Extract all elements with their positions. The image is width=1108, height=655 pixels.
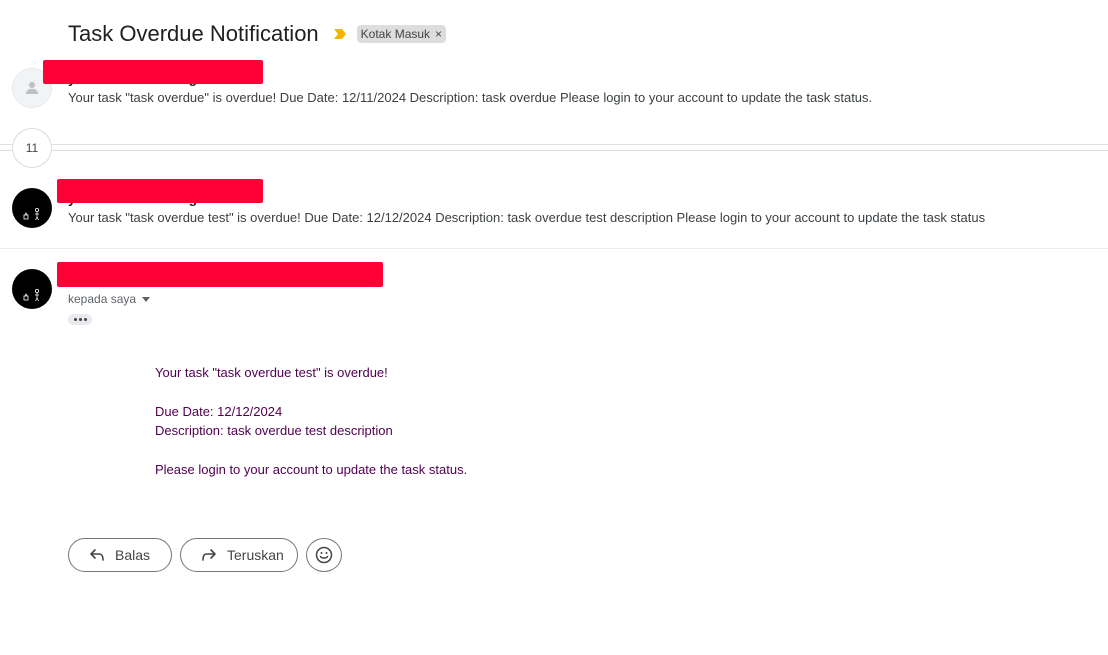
email-thread-view: Task Overdue Notification Kotak Masuk × … — [0, 0, 1108, 655]
importance-marker-icon[interactable] — [333, 28, 347, 40]
sender-avatar — [12, 269, 52, 309]
message-snippet[interactable]: Your task "task overdue" is overdue! Due… — [68, 90, 872, 105]
redacted-sender — [43, 60, 263, 84]
email-body-line: Please login to your account to update t… — [155, 462, 468, 477]
dot — [73, 318, 77, 321]
forward-label: Teruskan — [227, 547, 284, 563]
collapsed-divider-bottom — [0, 150, 1108, 151]
email-body-line: Due Date: 12/12/2024 — [155, 404, 283, 419]
smiley-icon — [315, 546, 333, 564]
remove-label-icon[interactable]: × — [435, 27, 442, 41]
person-icon — [26, 82, 38, 94]
avatar-figure-icon — [23, 288, 39, 302]
collapsed-divider-top — [0, 144, 1108, 145]
label-chip-text: Kotak Masuk — [360, 27, 431, 41]
avatar-figure-icon — [23, 207, 39, 221]
label-chip-inbox[interactable]: Kotak Masuk × — [356, 25, 447, 43]
sender-avatar — [12, 188, 52, 228]
recipient-details-toggle[interactable]: kepada saya — [68, 292, 151, 306]
emoji-reaction-button[interactable] — [306, 538, 342, 572]
chevron-down-icon — [142, 296, 151, 302]
email-subject: Task Overdue Notification — [68, 21, 319, 46]
dot — [83, 318, 87, 321]
subject-row: Task Overdue Notification Kotak Masuk × — [68, 18, 447, 50]
dot — [78, 318, 82, 321]
recipient-label: kepada saya — [68, 292, 137, 306]
reply-icon — [89, 548, 105, 562]
hidden-messages-count-button[interactable]: 11 — [12, 128, 52, 168]
reply-button[interactable]: Balas — [68, 538, 172, 572]
redacted-sender — [57, 179, 263, 203]
email-body-line: Your task "task overdue test" is overdue… — [155, 365, 388, 380]
hidden-messages-count: 11 — [25, 141, 39, 155]
message-divider — [0, 248, 1108, 249]
show-trimmed-content-button[interactable] — [68, 314, 92, 325]
reply-label: Balas — [115, 547, 151, 563]
message-snippet[interactable]: Your task "task overdue test" is overdue… — [68, 210, 985, 225]
redacted-sender — [57, 262, 383, 287]
forward-icon — [201, 548, 217, 562]
email-body-line: Description: task overdue test descripti… — [155, 423, 393, 438]
forward-button[interactable]: Teruskan — [180, 538, 298, 572]
